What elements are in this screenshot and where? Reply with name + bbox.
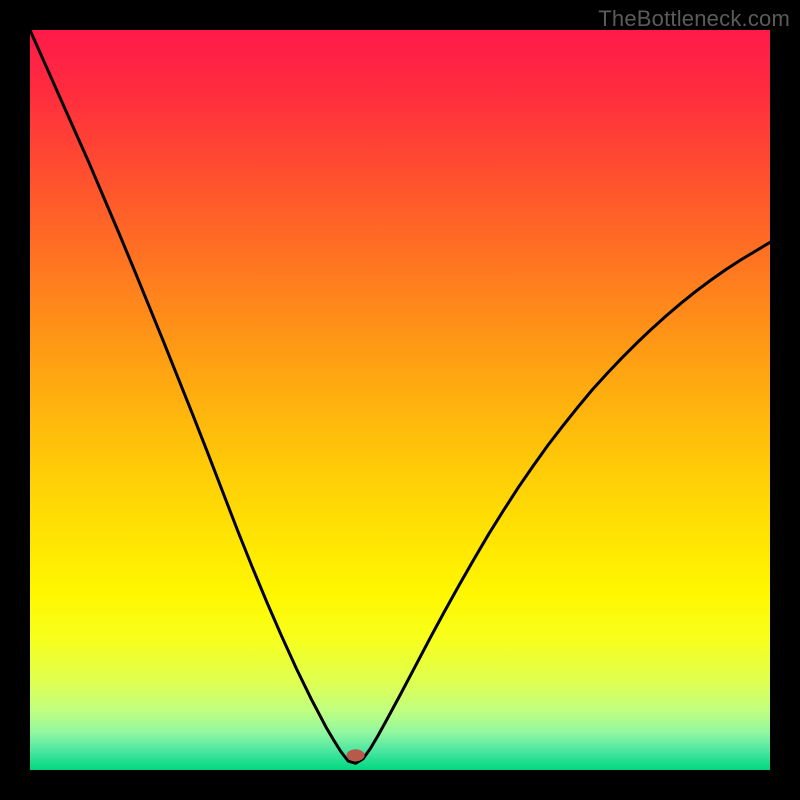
watermark-text: TheBottleneck.com [598, 6, 790, 32]
optimum-marker [347, 749, 365, 761]
chart-frame [30, 30, 770, 770]
bottleneck-chart [30, 30, 770, 770]
gradient-rect [30, 30, 770, 770]
